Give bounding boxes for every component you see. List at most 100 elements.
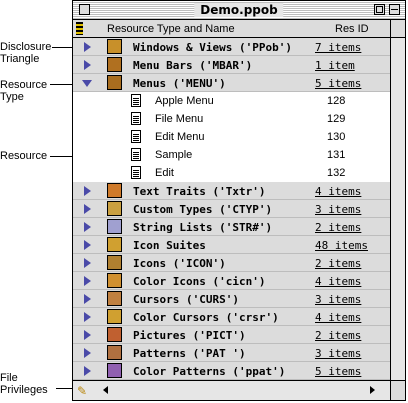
menu-icon: [107, 75, 122, 90]
txtr-icon: [107, 183, 122, 198]
window-title: Demo.ppob: [194, 3, 284, 17]
pencil-icon: ✎: [77, 384, 88, 398]
document-icon: [131, 94, 141, 107]
disclosure-triangle-icon[interactable]: [82, 80, 92, 87]
vertical-scrollbar[interactable]: [390, 38, 405, 381]
resource-count-link[interactable]: 48 items: [315, 239, 368, 252]
callout-disclosure-triangle: Disclosure Triangle: [0, 41, 52, 65]
pat-icon: [107, 345, 122, 360]
resource-id: 132: [327, 167, 346, 179]
resource-type-row[interactable]: Menus ('MENU') 5 items: [73, 74, 391, 92]
resource-type-name: Custom Types ('CTYP'): [133, 203, 273, 216]
resource-type-row[interactable]: Text Traits ('Txtr') 4 items: [73, 182, 391, 200]
callout-resource: Resource: [0, 150, 48, 162]
title-bar[interactable]: Demo.ppob: [73, 1, 405, 20]
str-icon: [107, 219, 122, 234]
resource-type-name: Text Traits ('Txtr'): [133, 185, 266, 198]
disclosure-triangle-icon[interactable]: [84, 240, 91, 250]
scroll-left-arrow[interactable]: [103, 386, 108, 394]
resource-name: Edit: [155, 167, 174, 179]
disclosure-triangle-icon[interactable]: [84, 366, 91, 376]
resource-type-name: Color Cursors ('crsr'): [133, 311, 279, 324]
resource-row[interactable]: File Menu 129: [73, 110, 391, 128]
disclosure-triangle-icon[interactable]: [84, 294, 91, 304]
resource-count-link[interactable]: 7 items: [315, 41, 361, 54]
resource-type-name: Menu Bars ('MBAR'): [133, 59, 253, 72]
resource-list: Windows & Views ('PPob') 7 items Menu Bars…: [73, 38, 391, 380]
ppat-icon: [107, 363, 122, 378]
resource-type-row[interactable]: String Lists ('STR#') 2 items: [73, 218, 391, 236]
column-header-id[interactable]: Res ID: [335, 23, 369, 35]
resource-type-row[interactable]: Icon Suites 48 items: [73, 236, 391, 254]
resource-count-link[interactable]: 5 items: [315, 77, 361, 90]
resource-window: Demo.ppob Resource Type and Name Res ID …: [72, 0, 406, 401]
curs-icon: [107, 291, 122, 306]
disclosure-triangle-icon[interactable]: [84, 222, 91, 232]
icon-icon: [107, 255, 122, 270]
column-header: Resource Type and Name Res ID: [73, 20, 405, 38]
resource-count-link[interactable]: 3 items: [315, 203, 361, 216]
disclosure-triangle-icon[interactable]: [84, 60, 91, 70]
disclosure-triangle-icon[interactable]: [84, 330, 91, 340]
disclosure-triangle-icon[interactable]: [84, 204, 91, 214]
resource-name: Edit Menu: [155, 131, 205, 143]
document-icon: [131, 148, 141, 161]
disclosure-triangle-icon[interactable]: [84, 348, 91, 358]
lock-icon: [76, 22, 83, 35]
resource-type-name: Icons ('ICON'): [133, 257, 226, 270]
resource-type-row[interactable]: Custom Types ('CTYP') 3 items: [73, 200, 391, 218]
resource-count-link[interactable]: 5 items: [315, 365, 361, 378]
document-icon: [131, 130, 141, 143]
resource-count-link[interactable]: 2 items: [315, 257, 361, 270]
crsr-icon: [107, 309, 122, 324]
callout-file-privileges: File Privileges: [0, 372, 48, 396]
resource-id: 130: [327, 131, 346, 143]
scroll-right-arrow[interactable]: [370, 386, 375, 394]
resource-type-row[interactable]: Windows & Views ('PPob') 7 items: [73, 38, 391, 56]
resource-type-name: Color Icons ('cicn'): [133, 275, 266, 288]
resource-type-row[interactable]: Icons ('ICON') 2 items: [73, 254, 391, 272]
resource-type-name: Menus ('MENU'): [133, 77, 226, 90]
resource-type-name: String Lists ('STR#'): [133, 221, 273, 234]
resource-row[interactable]: Edit Menu 130: [73, 128, 391, 146]
resource-type-row[interactable]: Color Icons ('cicn') 4 items: [73, 272, 391, 290]
resource-type-name: Pictures ('PICT'): [133, 329, 246, 342]
zoom-box[interactable]: [374, 4, 385, 15]
disclosure-triangle-icon[interactable]: [84, 258, 91, 268]
disclosure-triangle-icon[interactable]: [84, 276, 91, 286]
resource-row[interactable]: Sample 131: [73, 146, 391, 164]
resource-id: 128: [327, 95, 346, 107]
callout-resource-type: Resource Type: [0, 79, 48, 103]
disclosure-triangle-icon[interactable]: [84, 186, 91, 196]
resource-type-row[interactable]: Pictures ('PICT') 2 items: [73, 326, 391, 344]
resource-row[interactable]: Edit 132: [73, 164, 391, 182]
resource-count-link[interactable]: 4 items: [315, 185, 361, 198]
resource-name: Apple Menu: [155, 95, 214, 107]
resource-type-row[interactable]: Color Cursors ('crsr') 4 items: [73, 308, 391, 326]
resource-count-link[interactable]: 4 items: [315, 275, 361, 288]
resource-type-row[interactable]: Cursors ('CURS') 3 items: [73, 290, 391, 308]
resource-type-name: Patterns ('PAT '): [133, 347, 246, 360]
close-box[interactable]: [79, 4, 90, 15]
disclosure-triangle-icon[interactable]: [84, 42, 91, 52]
icon-suite-icon: [107, 237, 122, 252]
resource-count-link[interactable]: 1 item: [315, 59, 355, 72]
collapse-box[interactable]: [389, 4, 400, 15]
resource-count-link[interactable]: 2 items: [315, 329, 361, 342]
column-header-name[interactable]: Resource Type and Name: [107, 23, 235, 35]
resource-type-row[interactable]: Menu Bars ('MBAR') 1 item: [73, 56, 391, 74]
resource-type-name: Windows & Views ('PPob'): [133, 41, 292, 54]
horizontal-scrollbar[interactable]: ✎: [73, 380, 405, 400]
resource-type-row[interactable]: Patterns ('PAT ') 3 items: [73, 344, 391, 362]
resource-count-link[interactable]: 4 items: [315, 311, 361, 324]
resource-row[interactable]: Apple Menu 128: [73, 92, 391, 110]
disclosure-triangle-icon[interactable]: [84, 312, 91, 322]
resource-name: File Menu: [155, 113, 204, 125]
resource-count-link[interactable]: 3 items: [315, 347, 361, 360]
resource-count-link[interactable]: 3 items: [315, 293, 361, 306]
resource-type-row[interactable]: Color Patterns ('ppat') 5 items: [73, 362, 391, 380]
resource-count-link[interactable]: 2 items: [315, 221, 361, 234]
resource-id: 129: [327, 113, 346, 125]
cicn-icon: [107, 273, 122, 288]
grow-box[interactable]: [390, 381, 405, 400]
